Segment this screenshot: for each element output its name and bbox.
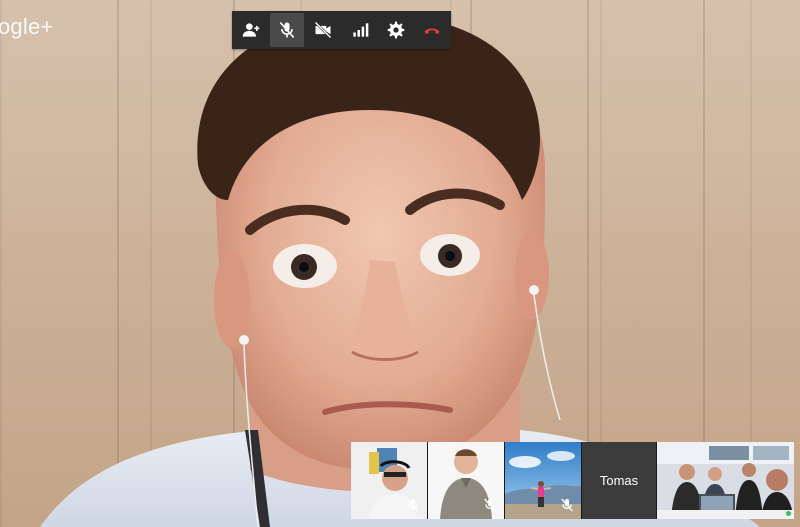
call-toolbar — [232, 11, 451, 49]
turn-off-camera-button[interactable] — [306, 13, 340, 47]
participant-thumbnail[interactable] — [428, 442, 504, 519]
settings-button[interactable] — [379, 13, 413, 47]
participant-thumbnail[interactable] — [657, 442, 794, 519]
camera-off-icon — [314, 21, 332, 39]
signal-bars-icon — [352, 23, 368, 37]
invite-people-button[interactable] — [234, 13, 268, 47]
active-speaker-indicator — [786, 511, 791, 516]
mic-muted-icon — [405, 497, 421, 513]
mic-muted-icon — [559, 497, 575, 513]
add-person-icon — [242, 23, 260, 37]
participant-filmstrip: Tomas — [351, 442, 794, 519]
gear-icon — [387, 21, 405, 39]
mic-muted-icon — [279, 21, 295, 39]
hang-up-button[interactable] — [415, 13, 449, 47]
hang-up-icon — [424, 28, 440, 35]
mute-microphone-button[interactable] — [270, 13, 305, 47]
participant-thumbnail[interactable]: Tomas — [582, 442, 656, 519]
participant-thumbnail[interactable] — [351, 442, 427, 519]
participant-name: Tomas — [599, 473, 639, 488]
google-plus-logo: ogle+ — [0, 14, 54, 39]
participant-video — [657, 442, 794, 519]
connection-quality-button[interactable] — [343, 13, 377, 47]
mic-muted-icon — [482, 497, 498, 513]
participant-thumbnail[interactable] — [505, 442, 581, 519]
